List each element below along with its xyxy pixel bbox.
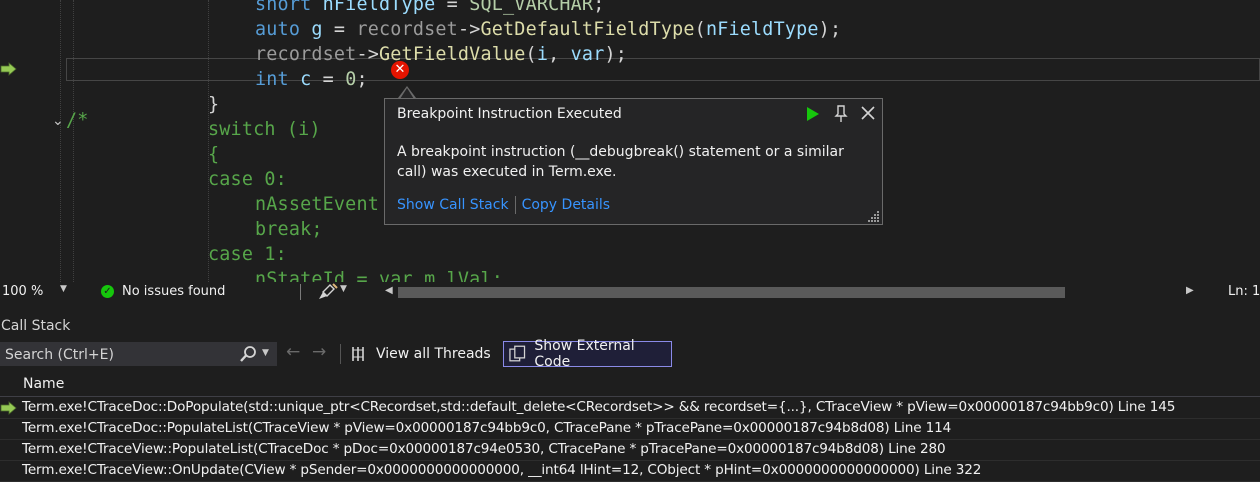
zoom-dropdown-icon[interactable]: ▼	[60, 284, 67, 294]
zoom-level[interactable]: 100 %	[2, 284, 43, 299]
code-line[interactable]: short nFieldType = SQL_VARCHAR;	[255, 0, 604, 17]
cleanup-dropdown-icon[interactable]: ▼	[340, 284, 347, 294]
issues-status[interactable]: No issues found	[122, 284, 225, 299]
continue-play-icon[interactable]	[805, 105, 821, 123]
horizontal-scrollbar[interactable]	[398, 287, 1065, 298]
code-line[interactable]: }	[208, 92, 219, 117]
column-header-name-label: Name	[23, 376, 65, 392]
code-line[interactable]: nAssetEvent	[255, 192, 379, 217]
back-arrow-icon[interactable]: ←	[286, 342, 300, 362]
external-code-icon	[509, 345, 526, 362]
frame-label: Term.exe!CTraceView::OnUpdate(CView * pS…	[22, 462, 982, 478]
popup-message: A breakpoint instruction (__debugbreak()…	[397, 144, 844, 180]
search-placeholder: Search (Ctrl+E)	[5, 347, 114, 363]
exception-popup: Breakpoint Instruction Executed A breakp…	[384, 98, 883, 225]
call-stack-frame[interactable]: Term.exe!CTraceView::OnUpdate(CView * pS…	[0, 460, 1260, 482]
check-circle-icon: ✓	[101, 285, 114, 298]
instruction-pointer-arrow-icon	[0, 62, 17, 76]
fold-chevron-icon[interactable]: ⌄	[52, 113, 64, 129]
toolbar-divider	[340, 344, 341, 364]
scroll-left-icon[interactable]: ◀	[385, 285, 393, 296]
scroll-right-icon[interactable]: ▶	[1186, 285, 1194, 296]
show-external-code-label: Show External Code	[534, 338, 635, 370]
code-line[interactable]: case 1:	[208, 242, 287, 267]
popup-links: Show Call Stack Copy Details	[397, 196, 610, 214]
call-stack-frame[interactable]: Term.exe!CTraceView::PopulateList(CTrace…	[0, 439, 1260, 461]
resize-grip-icon[interactable]	[868, 210, 880, 222]
code-line[interactable]: case 0:	[208, 167, 287, 192]
show-call-stack-link[interactable]: Show Call Stack	[397, 197, 509, 213]
copy-details-link[interactable]: Copy Details	[522, 197, 611, 213]
code-cleanup-brush-icon[interactable]	[318, 283, 338, 301]
code-line[interactable]: nStateId = var.m_lVal;	[255, 267, 503, 282]
view-all-threads-button[interactable]: View all Threads	[350, 342, 491, 366]
code-line[interactable]: {	[208, 142, 219, 167]
popup-title: Breakpoint Instruction Executed	[397, 106, 622, 122]
call-stack-toolbar: Search (Ctrl+E) ▼ ← → View all Threads S…	[0, 338, 1260, 370]
code-editor[interactable]: short nFieldType = SQL_VARCHAR; auto g = …	[0, 0, 1260, 282]
search-icon[interactable]	[238, 345, 258, 363]
code-line[interactable]: switch (i)	[208, 117, 321, 142]
link-divider	[514, 196, 516, 214]
status-divider	[300, 284, 301, 300]
search-options-dropdown-icon[interactable]: ▼	[262, 348, 269, 358]
current-frame-arrow-icon	[0, 401, 17, 415]
pin-icon[interactable]	[834, 105, 848, 123]
code-line[interactable]: break;	[255, 217, 323, 242]
threads-icon	[352, 347, 364, 361]
comment-open: /*	[66, 110, 89, 131]
call-stack-header: Call Stack	[0, 312, 1260, 340]
frame-label: Term.exe!CTraceDoc::DoPopulate(std::uniq…	[22, 399, 1176, 415]
view-all-threads-label: View all Threads	[376, 346, 491, 362]
code-line[interactable]: auto g = recordset->GetDefaultFieldType(…	[255, 17, 841, 42]
call-stack-search-input[interactable]: Search (Ctrl+E) ▼	[0, 342, 277, 366]
code-line[interactable]: recordset->GetFieldValue(i, var);	[255, 42, 627, 67]
column-header-name[interactable]: Name	[0, 372, 1260, 397]
show-external-code-button[interactable]: Show External Code	[503, 338, 672, 370]
code-line[interactable]: int c = 0;	[255, 67, 368, 92]
frame-label: Term.exe!CTraceDoc::PopulateList(CTraceV…	[22, 420, 952, 436]
line-column-indicator[interactable]: Ln: 14	[1228, 284, 1260, 299]
editor-status-bar: 100 % ▼ ✓ No issues found ▼ ◀ ▶ Ln: 14	[0, 282, 1260, 302]
current-line-highlight	[66, 58, 1260, 81]
call-stack-frame[interactable]: Term.exe!CTraceDoc::PopulateList(CTraceV…	[0, 418, 1260, 440]
forward-arrow-icon[interactable]: →	[312, 342, 326, 362]
frame-label: Term.exe!CTraceView::PopulateList(CTrace…	[22, 441, 946, 457]
error-icon[interactable]: ✕	[391, 61, 409, 79]
call-stack-title: Call Stack	[1, 318, 71, 334]
close-icon[interactable]	[859, 104, 877, 122]
call-stack-frame[interactable]: Term.exe!CTraceDoc::DoPopulate(std::uniq…	[0, 397, 1260, 419]
